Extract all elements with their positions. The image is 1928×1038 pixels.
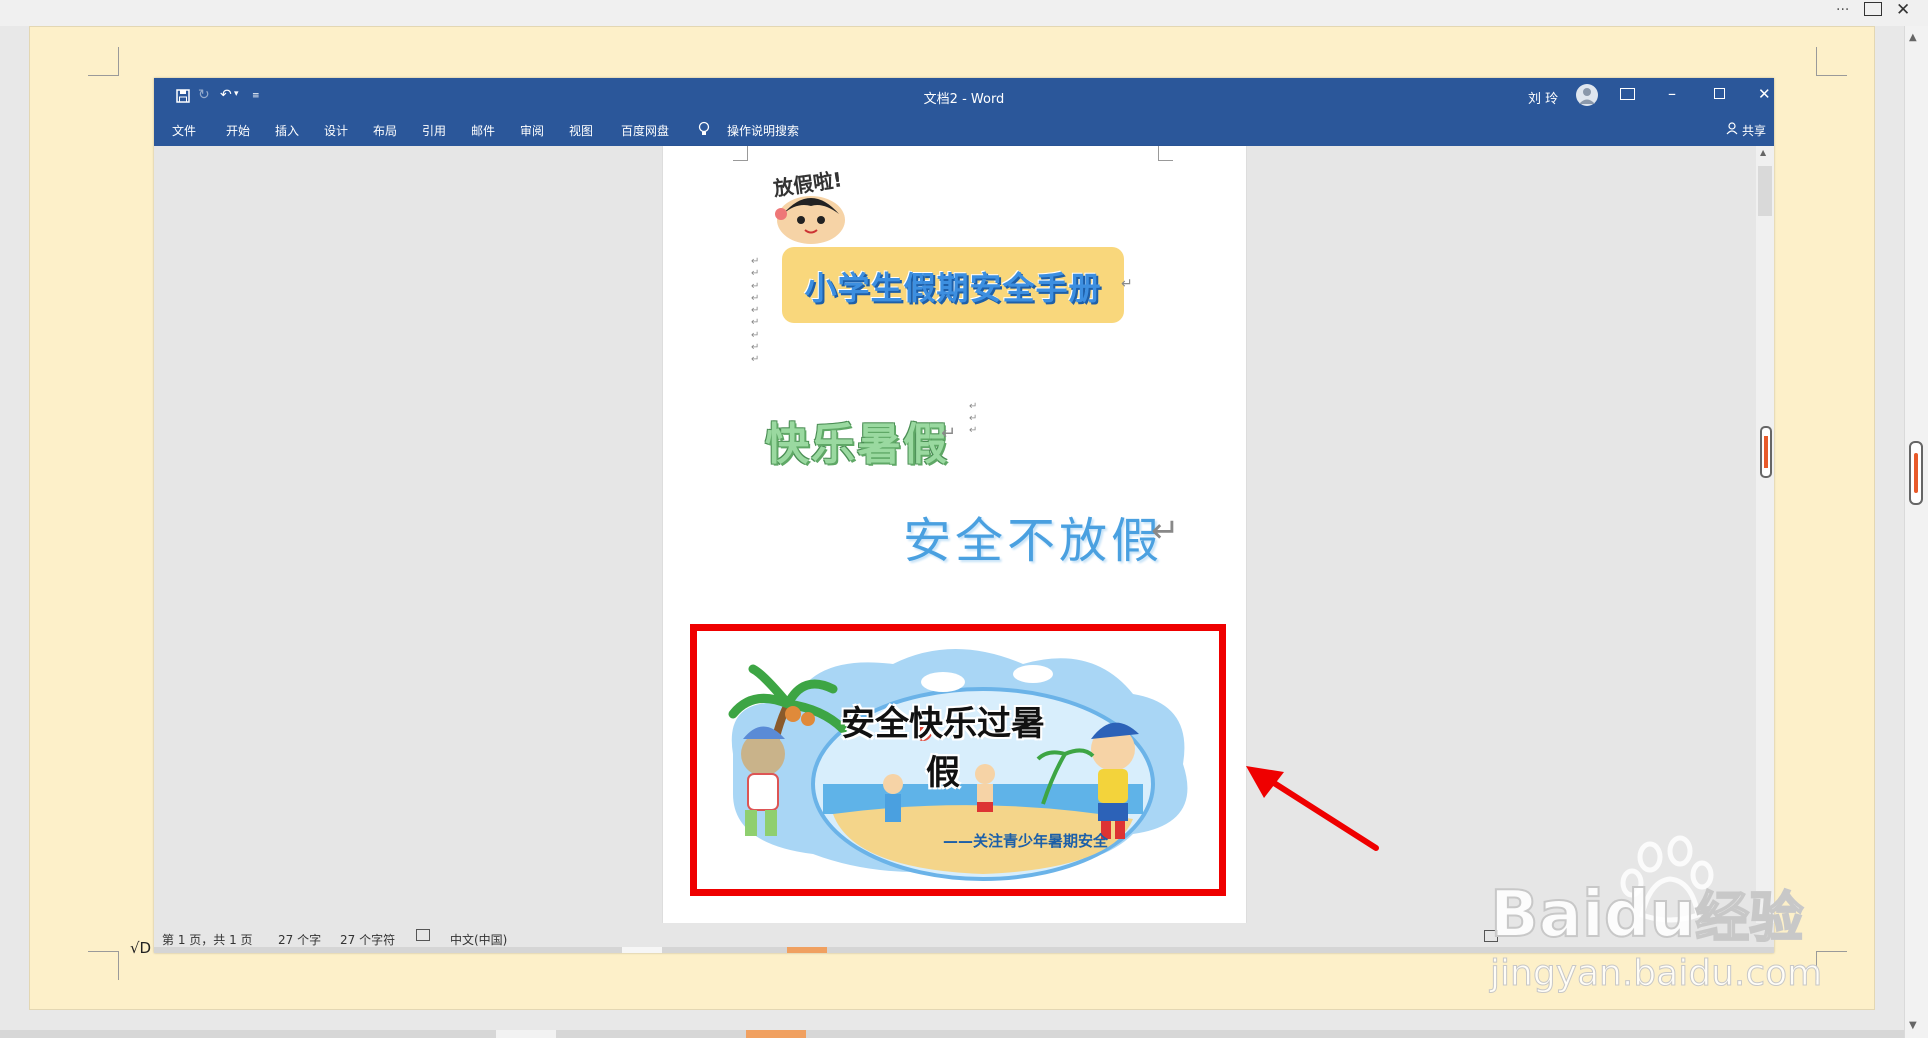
ribbon-display-icon[interactable] xyxy=(1620,88,1635,100)
scroll-indicator-fill xyxy=(1764,436,1768,468)
vertical-scrollbar[interactable]: ▲ xyxy=(1756,146,1774,923)
language[interactable]: 中文(中国) xyxy=(450,931,507,948)
watermark-url: jingyan.baidu.com xyxy=(1489,953,1823,995)
tab-layout[interactable]: 布局 xyxy=(373,122,397,139)
paragraph-mark: ↵ xyxy=(751,329,760,341)
paragraph-mark: ↵ xyxy=(1121,276,1133,292)
char-count[interactable]: 27 个字符 xyxy=(340,931,395,948)
host-top-bar: ··· ✕ xyxy=(0,0,1928,26)
word-count[interactable]: 27 个字 xyxy=(278,931,321,948)
crop-mark xyxy=(88,47,119,76)
margin-mark xyxy=(733,146,748,161)
margin-mark xyxy=(1158,146,1173,161)
watermark-brand: Baidu经验 xyxy=(1489,873,1804,953)
happy-summer-text: 快乐暑假 xyxy=(765,419,949,470)
lightbulb-icon xyxy=(698,121,710,141)
close-icon[interactable]: ✕ xyxy=(1758,85,1771,103)
baidu-watermark: Baidu经验 jingyan.baidu.com xyxy=(1489,835,1910,1015)
scroll-down-icon[interactable]: ▼ xyxy=(1909,1020,1917,1031)
tab-insert[interactable]: 插入 xyxy=(275,122,299,139)
proofing-icon[interactable] xyxy=(416,929,430,941)
cartoon-girl-sticker: 放假啦! xyxy=(772,167,873,248)
person-icon xyxy=(1726,122,1738,138)
paragraph-mark: ↵ xyxy=(751,268,760,280)
page-count[interactable]: 第 1 页，共 1 页 xyxy=(162,931,253,948)
scroll-up-icon[interactable]: ▲ xyxy=(1909,32,1917,43)
tab-home[interactable]: 开始 xyxy=(226,122,250,139)
tab-references[interactable]: 引用 xyxy=(422,122,446,139)
tab-baidu-netdisk[interactable]: 百度网盘 xyxy=(621,122,669,139)
paragraph-mark: ↵ xyxy=(969,425,978,436)
tell-me-search[interactable]: 操作说明搜索 xyxy=(727,122,799,139)
restore-icon[interactable] xyxy=(1714,88,1725,99)
avatar[interactable] xyxy=(1576,84,1598,106)
scroll-thumb[interactable] xyxy=(1909,441,1923,505)
highlight-box xyxy=(690,624,1226,896)
paragraph-mark: ↵ xyxy=(751,317,760,329)
h-scroll-marker xyxy=(787,947,827,953)
share-button[interactable]: 共享 xyxy=(1742,122,1766,139)
booklet-title: 小学生假期安全手册 xyxy=(804,269,1102,307)
more-icon[interactable]: ··· xyxy=(1836,2,1849,18)
h-scroll-marker xyxy=(746,1030,806,1038)
crop-mark xyxy=(1816,47,1847,76)
host-horizontal-scrollbar[interactable] xyxy=(0,1030,1904,1038)
scroll-up-icon[interactable]: ▲ xyxy=(1760,148,1766,157)
paragraph-mark: ↵ xyxy=(751,354,760,366)
paragraph-marks-small: ↵ ↵ ↵ xyxy=(969,401,977,437)
ribbon-tabs: 文件 开始 插入 设计 布局 引用 邮件 审阅 视图 百度网盘 操作说明搜索 共… xyxy=(154,114,1774,146)
scroll-thumb-indicator xyxy=(1914,453,1918,493)
watermark-brand-bai: Bai xyxy=(1489,877,1605,953)
crop-mark xyxy=(88,951,119,980)
restore-window-icon[interactable] xyxy=(1864,2,1882,16)
left-fragment-text: √D xyxy=(130,939,152,957)
paragraph-mark: ↵ xyxy=(751,280,760,292)
tab-file[interactable]: 文件 xyxy=(172,122,196,139)
h-scroll-thumb[interactable] xyxy=(622,947,662,953)
paragraph-mark: ↵ xyxy=(751,305,760,317)
tab-design[interactable]: 设计 xyxy=(324,122,348,139)
scroll-position-indicator xyxy=(1760,426,1772,478)
minimize-icon[interactable]: – xyxy=(1668,84,1676,103)
booklet-title-banner: 小学生假期安全手册 xyxy=(782,247,1124,323)
tab-view[interactable]: 视图 xyxy=(569,122,593,139)
h-scroll-thumb[interactable] xyxy=(496,1030,556,1038)
watermark-brand-jingyan: 经验 xyxy=(1694,885,1804,950)
paragraph-mark: ↵ xyxy=(751,292,760,304)
paragraph-mark: ↵ xyxy=(941,423,957,444)
user-name[interactable]: 刘 玲 xyxy=(1528,88,1558,107)
safety-slogan: 安全不放假 xyxy=(903,513,1164,569)
paragraph-mark: ↵ xyxy=(1151,511,1180,551)
paragraph-marks-column: ↵ ↵ ↵ ↵ ↵ ↵ ↵ ↵ ↵ xyxy=(751,256,761,367)
red-arrow-icon xyxy=(1246,766,1379,851)
paragraph-mark: ↵ xyxy=(751,256,760,267)
close-icon[interactable]: ✕ xyxy=(1896,0,1910,20)
tab-review[interactable]: 审阅 xyxy=(520,122,544,139)
watermark-brand-du: du xyxy=(1603,877,1696,953)
girl-face-icon xyxy=(775,196,845,244)
scroll-thumb[interactable] xyxy=(1758,166,1772,216)
paragraph-mark: ↵ xyxy=(969,413,978,424)
paragraph-mark: ↵ xyxy=(751,342,760,354)
paragraph-mark: ↵ xyxy=(969,401,978,412)
tab-mailings[interactable]: 邮件 xyxy=(471,122,495,139)
title-bar: ↻ ↶ ▾ ≡ 文档2 - Word 刘 玲 – ✕ xyxy=(154,78,1774,114)
